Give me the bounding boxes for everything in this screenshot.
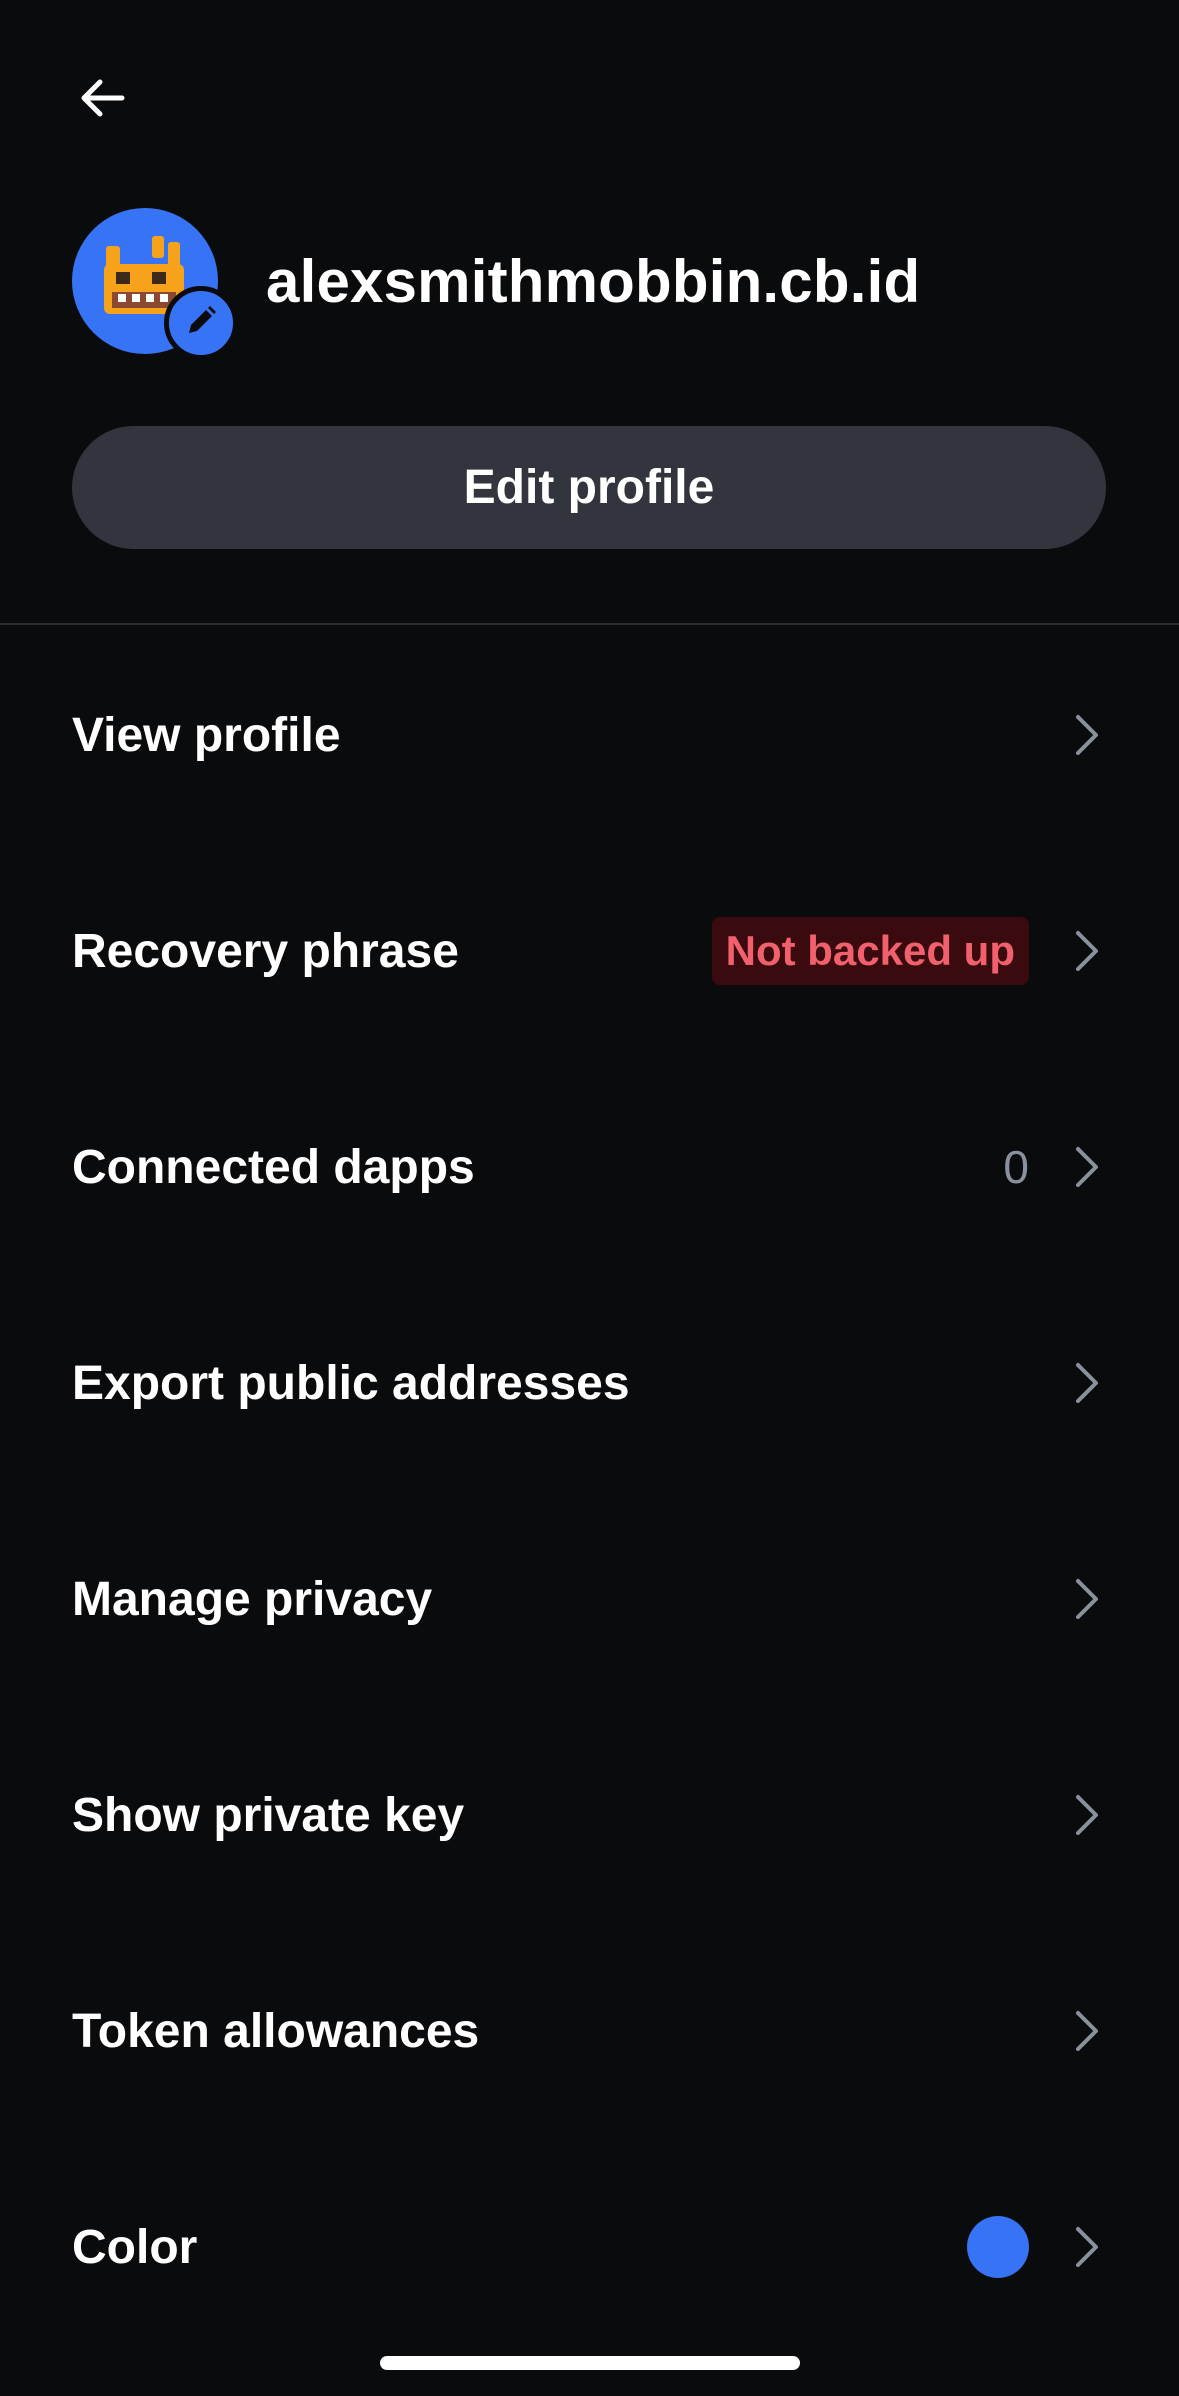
avatar-container[interactable] (72, 208, 238, 360)
menu-item-label: View profile (72, 708, 341, 762)
edit-profile-button[interactable]: Edit profile (72, 426, 1106, 549)
menu-item-export-public-addresses[interactable]: Export public addresses (0, 1275, 1179, 1491)
divider (0, 623, 1179, 625)
menu-item-label: Token allowances (72, 2004, 480, 2058)
menu-item-token-allowances[interactable]: Token allowances (0, 1923, 1179, 2139)
pencil-icon (184, 304, 218, 343)
menu-item-recovery-phrase[interactable]: Recovery phrase Not backed up (0, 843, 1179, 1059)
username: alexsmithmobbin.cb.id (266, 247, 921, 315)
menu-item-label: Manage privacy (72, 1572, 433, 1626)
chevron-right-icon (1067, 1141, 1107, 1193)
chevron-right-icon (1067, 1789, 1107, 1841)
color-swatch (967, 2216, 1029, 2278)
settings-menu: View profile Recovery phrase Not backed … (0, 627, 1179, 2355)
chevron-right-icon (1067, 2221, 1107, 2273)
dapps-count: 0 (1003, 1141, 1029, 1193)
menu-item-label: Color (72, 2220, 198, 2274)
chevron-right-icon (1067, 709, 1107, 761)
chevron-right-icon (1067, 925, 1107, 977)
menu-item-right (967, 2216, 1107, 2278)
menu-item-manage-privacy[interactable]: Manage privacy (0, 1491, 1179, 1707)
menu-item-label: Connected dapps (72, 1140, 475, 1194)
menu-item-right (1029, 1573, 1107, 1625)
menu-item-right (1029, 1789, 1107, 1841)
avatar-edit-button[interactable] (164, 286, 238, 360)
menu-item-view-profile[interactable]: View profile (0, 627, 1179, 843)
chevron-right-icon (1067, 1573, 1107, 1625)
menu-item-right: Not backed up (711, 917, 1107, 985)
menu-item-show-private-key[interactable]: Show private key (0, 1707, 1179, 1923)
arrow-left-icon (78, 78, 126, 123)
chevron-right-icon (1067, 1357, 1107, 1409)
menu-item-right (1029, 2005, 1107, 2057)
menu-item-right (1029, 709, 1107, 761)
menu-item-right: 0 (1003, 1140, 1107, 1194)
home-indicator[interactable] (380, 2356, 800, 2370)
back-button[interactable] (66, 70, 138, 130)
chevron-right-icon (1067, 2005, 1107, 2057)
menu-item-color[interactable]: Color (0, 2139, 1179, 2355)
status-badge: Not backed up (711, 917, 1029, 985)
menu-item-right (1029, 1357, 1107, 1409)
profile-header: alexsmithmobbin.cb.id (72, 208, 921, 360)
menu-item-label: Export public addresses (72, 1356, 630, 1410)
menu-item-connected-dapps[interactable]: Connected dapps 0 (0, 1059, 1179, 1275)
menu-item-label: Recovery phrase (72, 924, 459, 978)
menu-item-label: Show private key (72, 1788, 465, 1842)
